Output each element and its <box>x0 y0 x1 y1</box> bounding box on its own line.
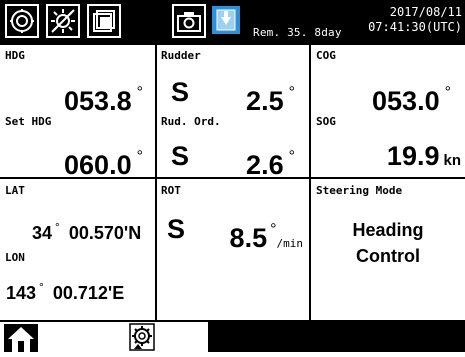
heading-panel: HDG 053.8 ° Set HDG 060.0 ° <box>0 45 155 180</box>
rot-panel: ROT S 8.5 °/min <box>157 179 309 320</box>
sog-label: SOG <box>316 115 336 128</box>
status-bar: Rem. 35. 8day 2017/08/11 07:41:30(UTC) <box>0 0 465 43</box>
rudder-side: S <box>171 77 190 107</box>
steering-mode-value: Heading Control <box>311 217 465 269</box>
settings-button[interactable] <box>128 322 156 352</box>
set-hdg-value: 060.0 ° <box>64 148 143 180</box>
sog-unit: kn <box>443 152 461 169</box>
date-text: 2017/08/11 <box>389 5 462 19</box>
steering-mode-panel[interactable]: Steering Mode Heading Control <box>311 179 465 320</box>
rudder-order-label: Rud. Ord. <box>161 115 221 128</box>
time-text: 07:41:30(UTC) <box>368 20 462 34</box>
brightness-button[interactable] <box>46 4 80 38</box>
lat-label: LAT <box>5 184 25 197</box>
cog-value: 053.0 ° <box>372 84 451 116</box>
rudder-panel: Rudder S 2.5 ° Rud. Ord. S 2.6 ° <box>157 45 309 180</box>
rudder-order-value: 2.6 ° <box>246 148 295 180</box>
hdg-value: 053.8 ° <box>64 84 143 116</box>
set-hdg-label: Set HDG <box>5 115 52 128</box>
display-settings-button[interactable] <box>5 4 39 38</box>
message-area <box>208 322 465 352</box>
rudder-order-side: S <box>171 141 190 171</box>
course-panel: COG 053.0 ° SOG 19.9 kn <box>311 45 465 177</box>
steering-mode-line2: Control <box>356 246 420 266</box>
rudder-label: Rudder <box>161 49 201 62</box>
display-settings-icon <box>9 8 35 34</box>
screenshot-button[interactable] <box>172 4 206 38</box>
rot-side: S <box>167 214 186 244</box>
rudder-value: 2.5 ° <box>246 84 295 116</box>
window-layers-icon <box>91 8 117 34</box>
home-button[interactable] <box>4 324 38 352</box>
steering-mode-label: Steering Mode <box>316 184 403 197</box>
cog-label: COG <box>316 49 336 62</box>
sog-value: 19.9 kn <box>386 141 461 171</box>
rot-unit: /min <box>276 237 304 250</box>
steering-mode-line1: Heading <box>352 220 424 240</box>
lon-value: 143 ° 00.712'E <box>6 280 125 303</box>
date-time: 2017/08/11 07:41:30(UTC) <box>368 5 462 35</box>
lon-label: LON <box>5 251 25 264</box>
hdg-label: HDG <box>5 49 25 62</box>
brightness-icon <box>49 7 77 35</box>
home-icon <box>4 327 38 356</box>
rot-label: ROT <box>161 184 181 197</box>
position-panel: LAT 34 ° 00.570'N LON 143 ° 00.712'E <box>0 179 155 320</box>
download-icon <box>212 9 240 38</box>
gear-settings-icon <box>128 323 156 356</box>
window-layers-button[interactable] <box>87 4 121 38</box>
lat-value: 34 ° 00.570'N <box>32 220 142 243</box>
rot-value: 8.5 °/min <box>229 221 304 253</box>
download-button[interactable] <box>212 6 240 34</box>
camera-icon <box>176 8 202 34</box>
bottom-bar <box>0 322 465 352</box>
remaining-days: Rem. 35. 8day <box>253 26 342 39</box>
